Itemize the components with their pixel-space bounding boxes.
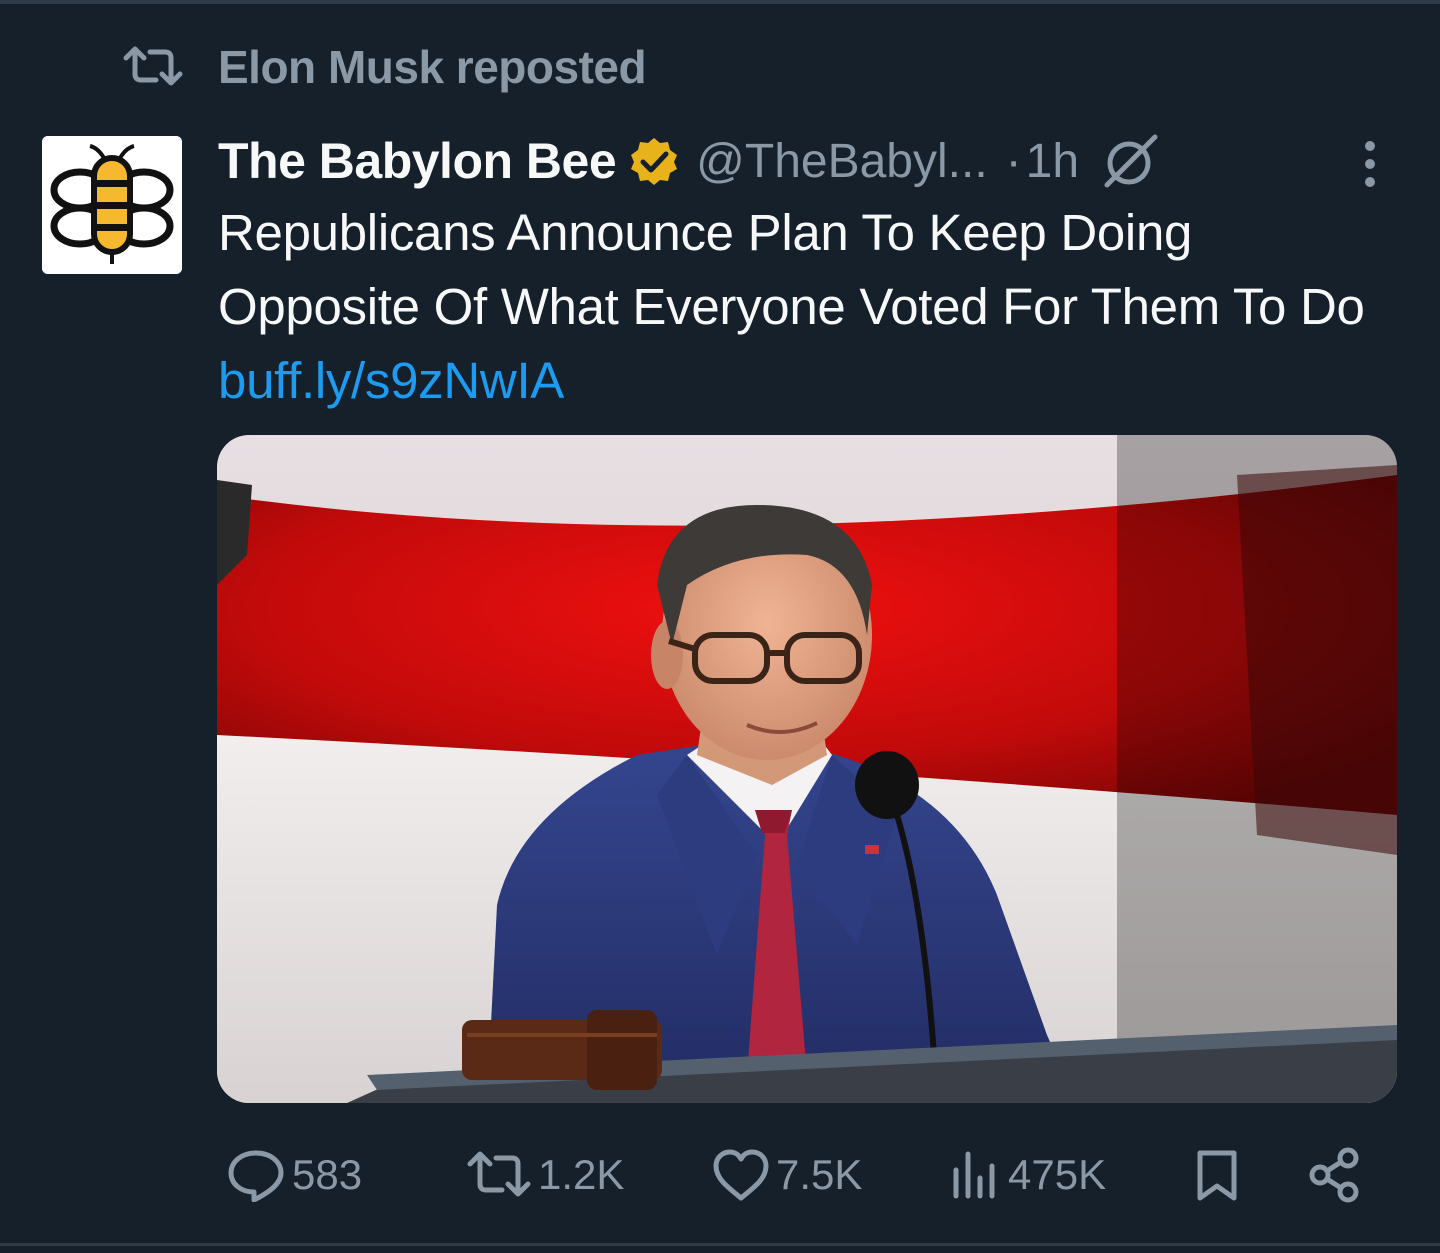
post-actions: 583 1.2K 7.5K 475K [0,1140,1440,1210]
reply-button[interactable]: 583 [226,1140,362,1210]
post-time[interactable]: 1h [1026,134,1079,189]
reply-icon [228,1150,284,1202]
post-link[interactable]: buff.ly/s9zNwIA [218,352,564,409]
share-icon[interactable] [1306,1146,1362,1204]
post-text-body: Republicans Announce Plan To Keep Doing … [218,204,1365,335]
view-count: 475K [1008,1151,1107,1198]
repost-indicator[interactable]: Elon Musk reposted [122,36,647,96]
like-button[interactable]: 7.5K [712,1140,862,1210]
grok-icon[interactable] [1101,131,1161,191]
author-avatar[interactable] [42,136,182,274]
bookmark-icon[interactable] [1194,1148,1240,1204]
views-chart-icon [953,1151,995,1199]
reply-count: 583 [292,1151,363,1198]
repost-icon [467,1151,531,1197]
separator-dot: · [1005,134,1022,188]
like-count: 7.5K [776,1151,863,1198]
top-divider [0,0,1440,4]
post-text: Republicans Announce Plan To Keep Doing … [218,196,1398,418]
heart-icon [713,1149,769,1201]
more-options-icon[interactable] [1350,138,1390,190]
views-button[interactable]: 475K [950,1140,1106,1210]
repost-count: 1.2K [538,1151,625,1198]
post-header: The Babylon Bee @TheBabyl... · 1h [218,126,1161,196]
repost-button[interactable]: 1.2K [466,1140,624,1210]
post-image[interactable] [217,435,1397,1103]
repost-icon [123,46,183,86]
bottom-divider [0,1243,1440,1246]
verified-badge-icon[interactable] [628,135,680,187]
babylon-bee-logo [42,136,182,274]
author-name[interactable]: The Babylon Bee [218,132,617,190]
repost-label: Elon Musk reposted [218,41,647,93]
author-handle[interactable]: @TheBabyl... [696,134,988,189]
post-photo [217,435,1397,1103]
